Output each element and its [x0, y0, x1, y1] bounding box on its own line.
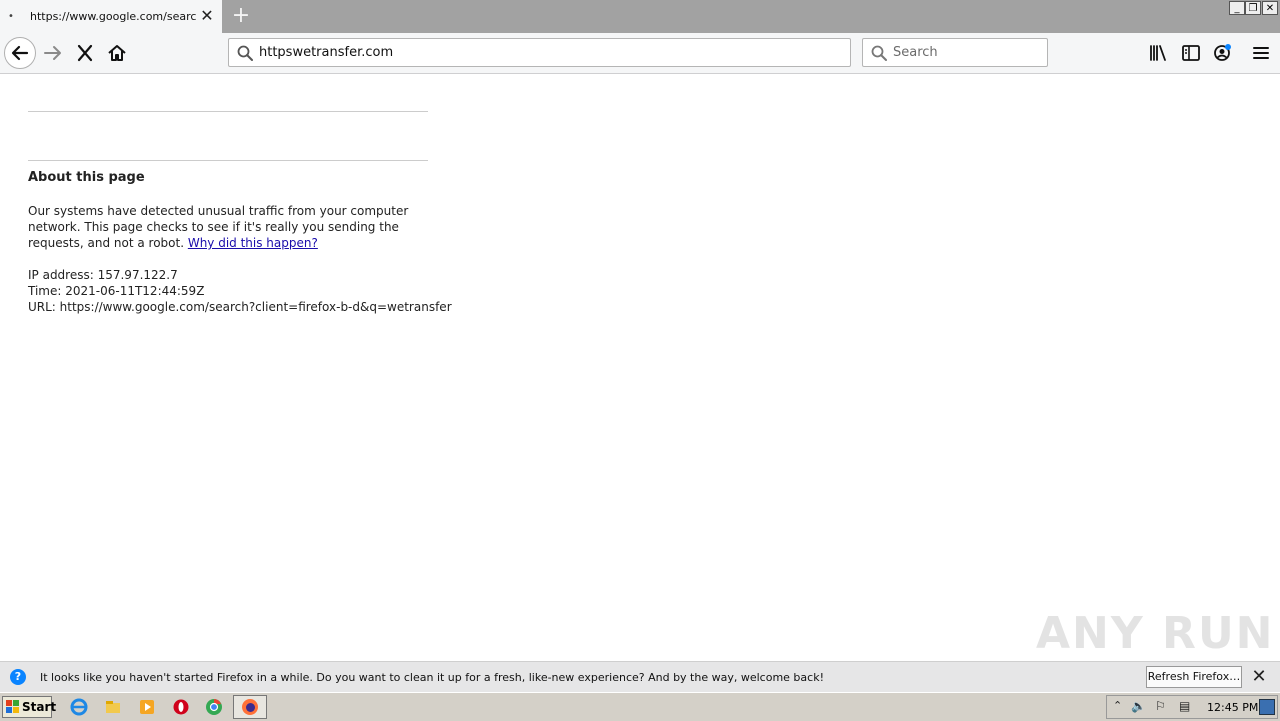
search-icon [237, 45, 253, 61]
windows-logo-icon [6, 700, 19, 713]
divider [28, 160, 428, 161]
tray-expand-icon[interactable]: ⌃ [1113, 699, 1122, 712]
home-icon[interactable] [106, 43, 128, 63]
tab-loading-indicator: • [8, 11, 14, 22]
firefox-icon [242, 699, 258, 715]
url-input[interactable] [259, 39, 839, 66]
ie-icon[interactable] [70, 698, 88, 716]
url-line: URL: https://www.google.com/search?clien… [28, 300, 452, 314]
refresh-firefox-button[interactable]: Refresh Firefox… [1146, 666, 1242, 688]
network-icon[interactable]: ▤ [1179, 699, 1190, 713]
volume-icon[interactable]: 🔈 [1131, 699, 1146, 713]
sidebar-icon[interactable] [1180, 43, 1202, 63]
taskbar: Start ⌃ 🔈 ⚐ ▤ 12:45 PM [0, 692, 1280, 721]
window-minimize-button[interactable]: _ [1229, 1, 1245, 15]
action-center-flag-icon[interactable]: ⚐ [1155, 699, 1166, 713]
notification-message: It looks like you haven't started Firefo… [40, 671, 824, 684]
window-restore-button[interactable]: ❐ [1245, 1, 1261, 15]
show-desktop-icon[interactable] [1259, 699, 1275, 715]
search-bar[interactable] [862, 38, 1048, 67]
library-icon[interactable] [1148, 43, 1170, 63]
account-icon[interactable] [1212, 43, 1234, 63]
tab-title: https://www.google.com/search?client=fir… [30, 10, 196, 23]
menu-icon[interactable] [1250, 43, 1272, 63]
tab-strip: • https://www.google.com/search?client=f… [0, 0, 1280, 33]
forward-arrow-icon[interactable] [42, 43, 64, 63]
explorer-icon[interactable] [104, 698, 122, 716]
tab-google-search[interactable]: • https://www.google.com/search?client=f… [0, 0, 222, 33]
url-bar[interactable] [228, 38, 851, 67]
why-did-this-happen-link[interactable]: Why did this happen? [188, 236, 318, 250]
chrome-icon[interactable] [205, 698, 223, 716]
time-line: Time: 2021-06-11T12:44:59Z [28, 284, 205, 298]
search-icon [871, 45, 887, 61]
tab-close-icon[interactable]: ✕ [198, 7, 216, 25]
about-page-heading: About this page [28, 170, 145, 185]
notification-bar: ? It looks like you haven't started Fire… [0, 661, 1280, 693]
nav-bar [0, 33, 1280, 74]
divider [28, 111, 428, 112]
media-player-icon[interactable] [138, 698, 156, 716]
about-page-text: Our systems have detected unusual traffi… [28, 203, 428, 251]
start-label: Start [22, 700, 57, 714]
info-icon: ? [10, 669, 26, 685]
stop-loading-icon[interactable] [74, 43, 96, 63]
clock[interactable]: 12:45 PM [1207, 701, 1258, 714]
anyrun-watermark: ANY RUN [1036, 608, 1275, 659]
ip-address-line: IP address: 157.97.122.7 [28, 268, 178, 282]
back-arrow-icon [11, 45, 29, 61]
firefox-taskbar-button[interactable] [233, 695, 267, 719]
system-tray: ⌃ 🔈 ⚐ ▤ 12:45 PM [1106, 695, 1278, 719]
search-input[interactable] [893, 39, 1043, 66]
opera-icon[interactable] [172, 698, 190, 716]
back-button[interactable] [4, 37, 36, 69]
window-close-button[interactable]: ✕ [1262, 1, 1278, 15]
start-button[interactable]: Start [2, 696, 56, 718]
new-tab-button[interactable]: + [230, 3, 252, 29]
notification-close-icon[interactable]: ✕ [1250, 667, 1268, 687]
